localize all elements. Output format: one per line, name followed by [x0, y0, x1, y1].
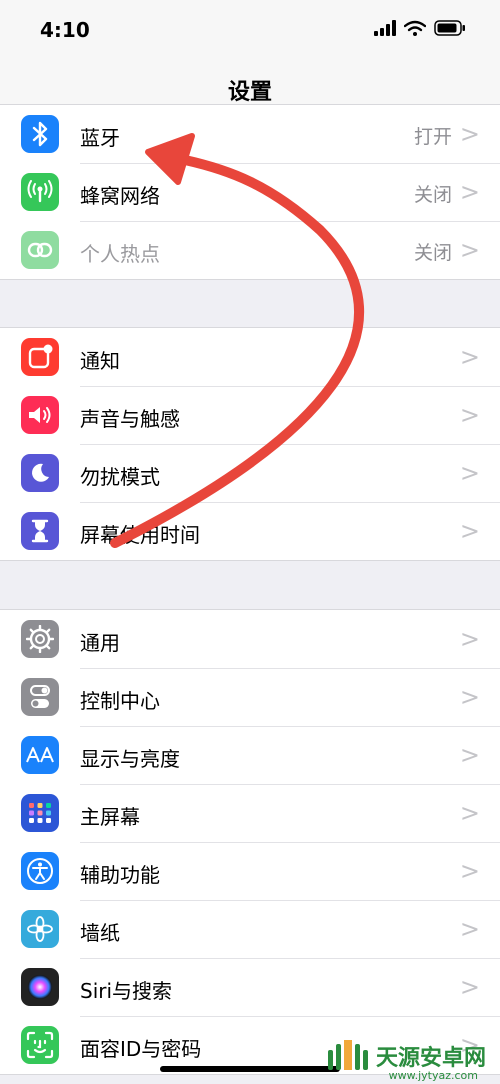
settings-row-wallpaper[interactable]: 墙纸 >	[0, 900, 500, 958]
row-label: 通用	[80, 631, 120, 655]
connectivity-group: 蓝牙 打开 > 蜂窝网络 关闭 > 个人热点 关闭 >	[0, 104, 500, 280]
accessibility-icon	[21, 852, 59, 890]
row-label: 辅助功能	[80, 863, 160, 887]
settings-row-home-screen[interactable]: 主屏幕 >	[0, 784, 500, 842]
face-id-icon	[21, 1026, 59, 1064]
home-indicator[interactable]	[160, 1066, 340, 1072]
settings-row-hotspot[interactable]: 个人热点 关闭 >	[0, 221, 500, 279]
notifications-group: 通知 > 声音与触感 > 勿扰模式 > 屏幕使用时间 >	[0, 327, 500, 561]
settings-row-cellular[interactable]: 蜂窝网络 关闭 >	[0, 163, 500, 221]
row-label: 墙纸	[80, 921, 120, 945]
hotspot-icon	[21, 231, 59, 269]
display-icon	[21, 736, 59, 774]
chevron-right-icon: >	[459, 915, 480, 943]
sound-icon	[21, 396, 59, 434]
settings-row-screen-time[interactable]: 屏幕使用时间 >	[0, 502, 500, 560]
chevron-right-icon: >	[459, 459, 480, 487]
chevron-right-icon: >	[459, 683, 480, 711]
chevron-right-icon: >	[459, 741, 480, 769]
chevron-right-icon: >	[459, 401, 480, 429]
settings-row-accessibility[interactable]: 辅助功能 >	[0, 842, 500, 900]
general-group: 通用 > 控制中心 > 显示与亮度 > 主屏幕 > 辅助功能 > 墙纸 > Si…	[0, 609, 500, 1075]
page-title: 设置	[227, 80, 272, 105]
settings-row-sounds[interactable]: 声音与触感 >	[0, 386, 500, 444]
settings-row-display[interactable]: 显示与亮度 >	[0, 726, 500, 784]
row-label: 通知	[80, 349, 120, 373]
chevron-right-icon: >	[459, 236, 480, 264]
wifi-icon	[404, 20, 426, 36]
settings-row-general[interactable]: 通用 >	[0, 610, 500, 668]
toggles-icon	[21, 678, 59, 716]
chevron-right-icon: >	[459, 120, 480, 148]
settings-row-control-center[interactable]: 控制中心 >	[0, 668, 500, 726]
row-label: 控制中心	[80, 689, 160, 713]
row-label: Siri与搜索	[80, 979, 173, 1003]
row-label: 显示与亮度	[80, 747, 180, 771]
row-label: 声音与触感	[80, 407, 180, 431]
settings-row-notifications[interactable]: 通知 >	[0, 328, 500, 386]
status-bar: 4:10	[0, 0, 500, 60]
notifications-icon	[21, 338, 59, 376]
signal-icon	[374, 20, 396, 36]
chevron-right-icon: >	[459, 973, 480, 1001]
watermark-url: www.jytyaz.com	[388, 1069, 478, 1082]
row-label: 蓝牙	[80, 126, 120, 150]
siri-icon	[21, 968, 59, 1006]
chevron-right-icon: >	[459, 178, 480, 206]
row-label: 勿扰模式	[80, 465, 160, 489]
gear-icon	[21, 620, 59, 658]
settings-row-siri[interactable]: Siri与搜索 >	[0, 958, 500, 1016]
settings-row-bluetooth[interactable]: 蓝牙 打开 >	[0, 105, 500, 163]
row-label: 面容ID与密码	[80, 1037, 202, 1061]
watermark-text: 天源安卓网	[375, 1046, 486, 1071]
row-value: 关闭	[413, 242, 452, 264]
row-label: 蜂窝网络	[80, 184, 160, 208]
chevron-right-icon: >	[459, 857, 480, 885]
hourglass-icon	[21, 512, 59, 550]
chevron-right-icon: >	[459, 343, 480, 371]
wallpaper-icon	[21, 910, 59, 948]
chevron-right-icon: >	[459, 625, 480, 653]
row-label: 屏幕使用时间	[80, 523, 200, 547]
watermark-logo-icon	[327, 1040, 368, 1070]
status-icons	[374, 20, 466, 36]
row-label: 个人热点	[80, 242, 160, 266]
status-time: 4:10	[40, 18, 90, 42]
home-screen-icon	[21, 794, 59, 832]
row-value: 打开	[413, 126, 452, 148]
bluetooth-icon	[21, 115, 59, 153]
row-label: 主屏幕	[80, 805, 140, 829]
moon-icon	[21, 454, 59, 492]
chevron-right-icon: >	[459, 799, 480, 827]
cellular-icon	[21, 173, 59, 211]
battery-icon	[434, 20, 465, 36]
watermark: 天源安卓网 www.jytyaz.com	[322, 1036, 486, 1082]
settings-row-do-not-disturb[interactable]: 勿扰模式 >	[0, 444, 500, 502]
chevron-right-icon: >	[459, 517, 480, 545]
row-value: 关闭	[413, 184, 452, 206]
